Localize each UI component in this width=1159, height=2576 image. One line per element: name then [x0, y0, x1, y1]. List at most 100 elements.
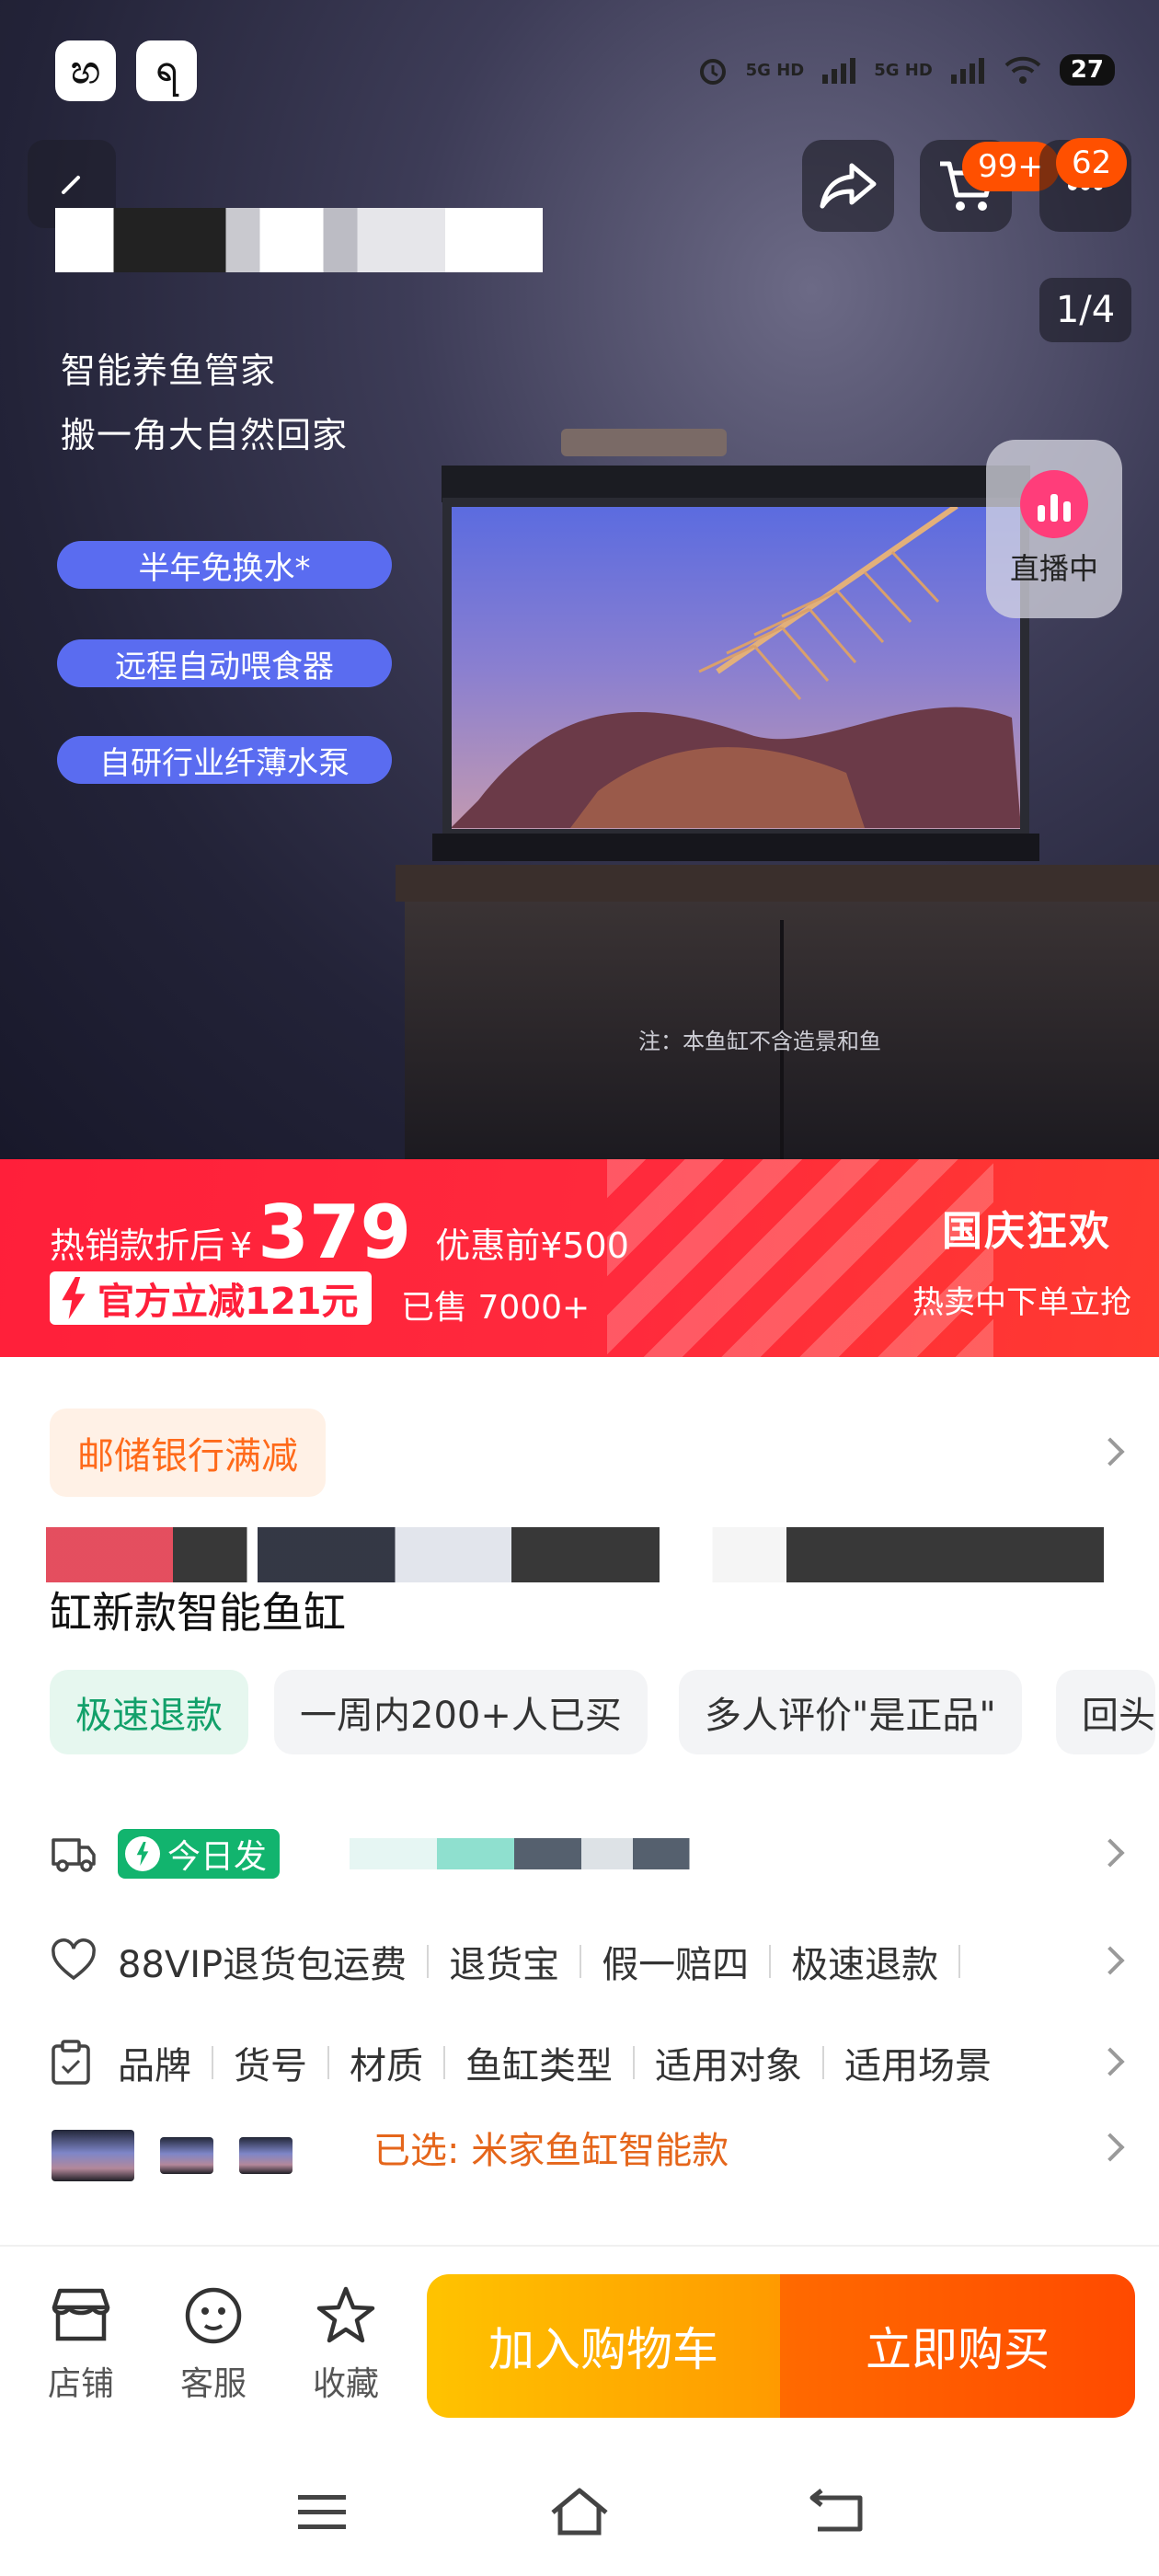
customer-service-button[interactable]: 客服 [167, 2285, 259, 2405]
signal-icon [822, 58, 856, 84]
image-page-indicator: 1/4 [1039, 278, 1131, 342]
service-fake-compensation: 假一赔四 [602, 1944, 750, 1986]
divider [769, 1945, 772, 1978]
feature-pill-1: 半年免换水* [57, 541, 392, 589]
menu-icon [298, 2495, 346, 2529]
favorite-button[interactable]: 收藏 [300, 2285, 392, 2405]
service-fast-refund: 极速退款 [791, 1944, 939, 1986]
variant-thumbnail[interactable] [52, 2130, 134, 2181]
message-count-badge: 62 [1056, 138, 1128, 188]
signal-icon-2 [950, 58, 984, 84]
chevron-right-icon[interactable] [1096, 1437, 1125, 1466]
battery-indicator: 27 [1059, 54, 1115, 86]
variant-thumbnail[interactable] [160, 2137, 213, 2174]
shipping-row[interactable]: 今日发 [50, 1822, 1085, 1886]
menu-nav-button[interactable] [285, 2475, 359, 2548]
feature-pill-3: 自研行业纤薄水泵 [57, 736, 392, 784]
favorite-label: 收藏 [312, 2365, 379, 2403]
redacted-shop-name [55, 208, 543, 272]
notification-app-icon-2: ရ [136, 40, 197, 101]
share-button[interactable] [802, 140, 894, 232]
divider [633, 2046, 635, 2079]
param-scenario: 适用场景 [844, 2045, 992, 2087]
live-stream-button[interactable]: 直播中 [986, 440, 1122, 618]
chip-genuine-reviews[interactable]: 多人评价"是正品" [679, 1670, 1022, 1754]
add-to-cart-button[interactable]: 加入购物车 [427, 2274, 780, 2418]
store-icon [52, 2288, 110, 2341]
promo-decoration [607, 1159, 993, 1357]
param-tank-type: 鱼缸类型 [465, 2045, 613, 2087]
chevron-right-icon[interactable] [1096, 2047, 1125, 2076]
promo-banner: 热销款折后 ¥ 379 优惠前¥500 官方立减121元 已售 7000+ 国庆… [0, 1159, 1159, 1357]
notification-app-icon: හ [55, 40, 116, 101]
official-discount-tag: 官方立减121元 [50, 1271, 372, 1325]
variant-thumbnail[interactable] [239, 2137, 293, 2174]
chevron-right-icon[interactable] [1096, 1946, 1125, 1975]
chip-repeat-buyers[interactable]: 回头 [1056, 1670, 1155, 1754]
official-discount-text: 官方立减121元 [98, 1281, 359, 1323]
promo-price: 379 [258, 1190, 412, 1275]
services-row[interactable]: 88VIP退货包运费 退货宝 假一赔四 极速退款 [50, 1929, 1085, 1994]
variant-thumbnails[interactable] [52, 2130, 293, 2181]
truck-icon [52, 1838, 96, 1872]
service-88vip: 88VIP退货包运费 [118, 1944, 407, 1986]
same-day-ship-badge: 今日发 [118, 1829, 281, 1879]
divider [822, 2046, 824, 2079]
chip-fast-refund[interactable]: 极速退款 [50, 1670, 248, 1754]
home-icon [551, 2488, 608, 2536]
redacted-shipping-info [298, 1838, 814, 1869]
star-icon [316, 2286, 375, 2343]
home-nav-button[interactable] [543, 2475, 616, 2548]
redacted-product-title [46, 1527, 1104, 1582]
event-subtitle: 热卖中下单立抢 [912, 1284, 1131, 1321]
divider [580, 1945, 582, 1978]
divider [958, 1945, 961, 1978]
bank-discount-tag[interactable]: 邮储银行满减 [50, 1409, 326, 1497]
sold-count: 已售 7000+ [401, 1289, 591, 1327]
divider [327, 2046, 329, 2079]
chat-face-icon [185, 2287, 242, 2344]
pencil-icon [62, 176, 80, 194]
back-nav-button[interactable] [800, 2475, 874, 2548]
selected-variant[interactable]: 已选: 米家鱼缸智能款 [373, 2121, 729, 2174]
system-navigation-bar [0, 2429, 1159, 2576]
divider [427, 1945, 430, 1978]
store-button[interactable]: 店铺 [35, 2285, 127, 2405]
hero-disclaimer: 注：本鱼缸不含造景和鱼 [638, 1029, 881, 1054]
signal-label-1: 5G HD [745, 60, 805, 80]
buy-now-button[interactable]: 立即购买 [780, 2274, 1135, 2418]
promo-label: 热销款折后 [50, 1225, 225, 1266]
feature-pill-2: 远程自动喂食器 [57, 639, 392, 687]
chevron-right-icon[interactable] [1096, 2133, 1125, 2162]
product-title: 缸新款智能鱼缸 [50, 1588, 346, 1638]
price-currency: ¥ [230, 1225, 253, 1266]
lightning-icon [125, 1836, 160, 1871]
product-detail-section: 邮储银行满减 缸新款智能鱼缸 极速退款 一周内200+人已买 多人评价"是正品"… [0, 1357, 1159, 2245]
original-price: 优惠前¥500 [435, 1225, 629, 1266]
param-material: 材质 [350, 2045, 423, 2087]
param-target: 适用对象 [655, 2045, 802, 2087]
divider [443, 2046, 445, 2079]
parameters-row[interactable]: 品牌 货号 材质 鱼缸类型 适用对象 适用场景 [50, 2030, 1085, 2095]
live-label: 直播中 [1009, 551, 1098, 586]
product-image-gallery[interactable]: හ ရ 5G HD 5G HD 27 99+ 62 1/4 智能养鱼管家 搬一角… [0, 0, 1159, 1159]
back-icon [809, 2489, 863, 2532]
chevron-right-icon[interactable] [1096, 1838, 1125, 1868]
status-bar: හ ရ 5G HD 5G HD 27 [0, 0, 1159, 138]
event-title: 国庆狂欢 [942, 1208, 1111, 1255]
same-day-ship-label: 今日发 [167, 1838, 268, 1876]
promo-price-line: 热销款折后 ¥ 379 优惠前¥500 [50, 1196, 629, 1270]
bottom-action-bar: 店铺 客服 收藏 加入购物车 立即购买 [0, 2245, 1159, 2429]
share-icon [820, 163, 877, 209]
heart-shield-icon [52, 1938, 96, 1981]
hero-headline-1: 智能养鱼管家 [61, 351, 277, 391]
clipboard-icon [52, 2040, 90, 2085]
chip-weekly-buyers[interactable]: 一周内200+人已买 [274, 1670, 648, 1754]
system-icons: 5G HD 5G HD 27 [696, 53, 1115, 86]
wifi-icon [1004, 56, 1041, 84]
param-sku: 货号 [234, 2045, 307, 2087]
store-label: 店铺 [47, 2365, 114, 2403]
alarm-icon [699, 59, 726, 85]
lightning-icon [62, 1277, 86, 1319]
service-return-insurance: 退货宝 [449, 1944, 560, 1986]
